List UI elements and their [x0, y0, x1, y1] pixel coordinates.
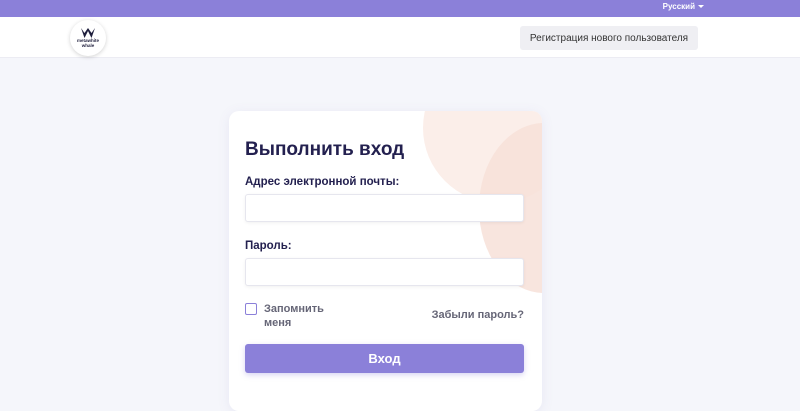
email-label: Адрес электронной почты: — [245, 176, 400, 188]
register-button[interactable]: Регистрация нового пользователя — [520, 26, 698, 50]
email-field[interactable] — [245, 194, 524, 222]
language-selector[interactable]: Русский — [663, 2, 704, 11]
whale-tail-icon — [81, 28, 95, 38]
top-bar: Русский — [0, 0, 800, 17]
remember-checkbox[interactable] — [245, 303, 257, 315]
login-title: Выполнить вход — [245, 139, 405, 160]
logo[interactable]: metawhite whale — [70, 20, 106, 56]
remember-label: Запомнить меня — [264, 303, 324, 329]
login-button[interactable]: Вход — [245, 344, 524, 373]
password-label: Пароль: — [245, 240, 292, 252]
caret-down-icon — [698, 5, 704, 8]
login-card: Выполнить вход Адрес электронной почты: … — [229, 111, 542, 411]
remember-me[interactable]: Запомнить меня — [245, 302, 324, 330]
header: metawhite whale Регистрация нового польз… — [0, 17, 800, 58]
forgot-password-link[interactable]: Забыли пароль? — [432, 309, 524, 321]
language-label: Русский — [662, 2, 695, 11]
logo-text-line2: whale — [81, 43, 95, 48]
password-field[interactable] — [245, 258, 524, 286]
